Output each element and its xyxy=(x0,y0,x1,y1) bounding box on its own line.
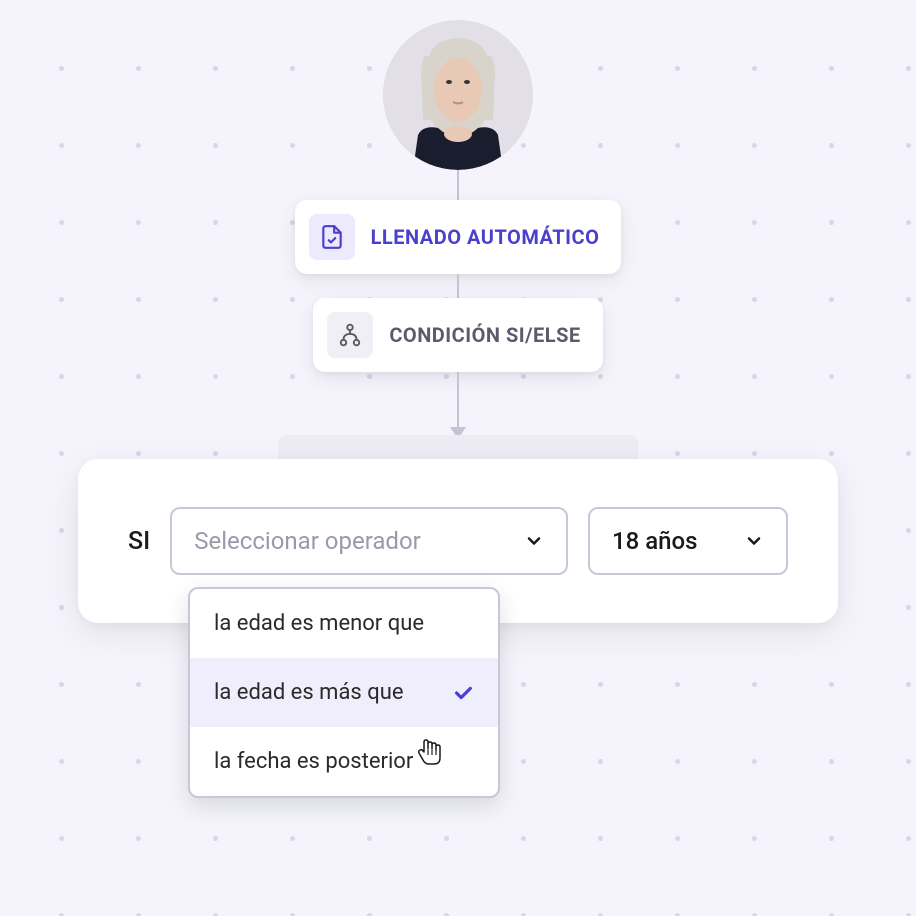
condition-label: CONDICIÓN SI/ELSE xyxy=(389,323,580,347)
flow-container: LLENADO AUTOMÁTICO CONDICIÓN SI/ELSE SI xyxy=(0,0,916,623)
avatar-image xyxy=(383,20,533,170)
avatar xyxy=(383,20,533,170)
condition-icon-box xyxy=(327,312,373,358)
autofill-node[interactable]: LLENADO AUTOMÁTICO xyxy=(295,200,622,274)
autofill-label: LLENADO AUTOMÁTICO xyxy=(371,225,600,249)
check-icon xyxy=(452,682,474,704)
dropdown-option[interactable]: la fecha es posterior xyxy=(190,727,498,796)
connector-arrow xyxy=(450,372,466,439)
si-label: SI xyxy=(128,527,150,556)
condition-row: SI Seleccionar operador 18 años xyxy=(128,507,788,575)
dropdown-option[interactable]: la edad es más que xyxy=(190,658,498,727)
operator-select[interactable]: Seleccionar operador xyxy=(170,507,568,575)
cursor-pointer-icon xyxy=(415,736,445,768)
chevron-down-icon xyxy=(744,531,764,551)
option-label: la edad es menor que xyxy=(214,611,424,636)
dropdown-option[interactable]: la edad es menor que xyxy=(190,589,498,658)
operator-placeholder: Seleccionar operador xyxy=(194,527,421,555)
operator-dropdown-menu: la edad es menor que la edad es más que … xyxy=(188,587,500,798)
chevron-down-icon xyxy=(524,531,544,551)
option-label: la fecha es posterior xyxy=(214,749,413,774)
condition-node[interactable]: CONDICIÓN SI/ELSE xyxy=(313,298,602,372)
condition-panel-wrapper: SI Seleccionar operador 18 años xyxy=(78,435,838,623)
value-select[interactable]: 18 años xyxy=(588,507,788,575)
option-label: la edad es más que xyxy=(214,680,404,705)
value-selected: 18 años xyxy=(612,527,698,555)
condition-panel: SI Seleccionar operador 18 años xyxy=(78,459,838,623)
connector-line xyxy=(457,274,459,298)
document-check-icon xyxy=(319,224,345,250)
branch-icon xyxy=(337,322,363,348)
connector-line xyxy=(457,170,459,200)
autofill-icon-box xyxy=(309,214,355,260)
